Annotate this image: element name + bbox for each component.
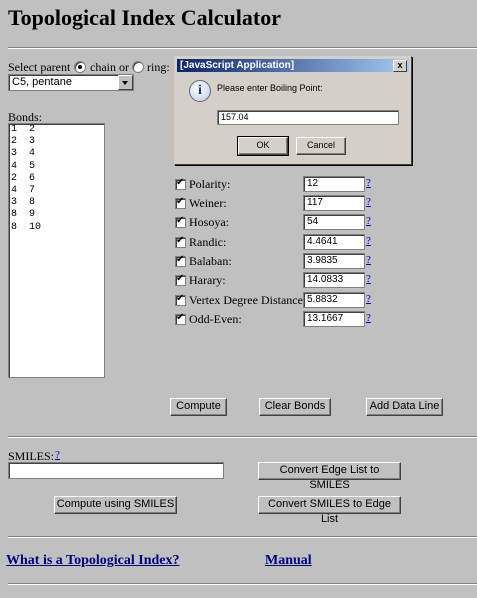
weiner-field[interactable]: 117 bbox=[303, 195, 365, 211]
ring-label: ring: bbox=[147, 60, 170, 74]
odd-even-checkbox[interactable] bbox=[175, 312, 186, 325]
convert-smiles-to-edge-button[interactable]: Convert SMILES to Edge List bbox=[258, 496, 401, 525]
close-icon[interactable]: x bbox=[393, 60, 407, 72]
bonds-textarea[interactable]: 1 2 2 3 3 4 4 5 2 6 4 7 3 8 8 9 8 10 bbox=[8, 123, 105, 378]
ok-button[interactable]: OK bbox=[237, 136, 289, 156]
cancel-button[interactable]: Cancel bbox=[296, 137, 346, 155]
bond-line: 2 3 bbox=[11, 136, 36, 148]
dialog-title-bar[interactable]: [JavaScript Application] x bbox=[177, 59, 409, 72]
hosoya-checkbox[interactable] bbox=[175, 215, 186, 228]
balaban-checkbox[interactable] bbox=[175, 254, 186, 267]
polarity-checkbox[interactable] bbox=[175, 177, 186, 190]
harary-checkbox[interactable] bbox=[175, 273, 186, 286]
dialog-message: Please enter Boiling Point: bbox=[217, 83, 323, 93]
ring-radio[interactable] bbox=[132, 61, 144, 73]
chain-radio[interactable] bbox=[74, 61, 86, 73]
dialog-title: [JavaScript Application] bbox=[180, 60, 295, 71]
page-title: Topological Index Calculator bbox=[8, 5, 281, 30]
weiner-checkbox[interactable] bbox=[175, 196, 186, 209]
balaban-value: 3.9835 bbox=[307, 255, 338, 266]
hosoya-label: Hosoya: bbox=[189, 215, 229, 229]
compute-smiles-button[interactable]: Compute using SMILES bbox=[54, 496, 177, 514]
prompt-dialog: [JavaScript Application] x i Please ente… bbox=[174, 56, 412, 165]
vdd-label: Vertex Degree Distance: bbox=[189, 293, 307, 307]
balaban-help-link[interactable]: ? bbox=[366, 254, 371, 266]
bond-line: 1 2 bbox=[11, 124, 36, 135]
compute-button[interactable]: Compute bbox=[170, 398, 227, 416]
odd-even-field[interactable]: 13.1667 bbox=[303, 311, 365, 327]
what-is-link[interactable]: What is a Topological Index? bbox=[6, 553, 180, 569]
weiner-help-link[interactable]: ? bbox=[366, 196, 371, 208]
add-data-line-button[interactable]: Add Data Line bbox=[366, 398, 443, 416]
chevron-down-icon[interactable] bbox=[118, 75, 133, 90]
divider bbox=[8, 436, 477, 438]
vdd-checkbox[interactable] bbox=[175, 293, 186, 306]
dialog-input[interactable]: 157.04 bbox=[217, 110, 399, 125]
bond-line: 4 5 bbox=[11, 160, 36, 172]
randic-help-link[interactable]: ? bbox=[366, 235, 371, 247]
weiner-value: 117 bbox=[307, 197, 323, 208]
balaban-field[interactable]: 3.9835 bbox=[303, 253, 365, 269]
parent-select-value: C5, pentane bbox=[12, 76, 72, 88]
randic-field[interactable]: 4.4641 bbox=[303, 234, 365, 250]
polarity-field[interactable]: 12 bbox=[303, 176, 365, 192]
clear-bonds-button[interactable]: Clear Bonds bbox=[259, 398, 331, 416]
select-parent-label: Select parent bbox=[8, 60, 71, 74]
hosoya-help-link[interactable]: ? bbox=[366, 215, 371, 227]
vdd-value: 5.8832 bbox=[307, 294, 338, 305]
chain-label: chain or bbox=[90, 60, 129, 74]
dialog-input-value: 157.04 bbox=[221, 112, 249, 122]
bond-line: 2 6 bbox=[11, 172, 36, 184]
hosoya-value: 54 bbox=[307, 216, 319, 227]
bond-line: 4 7 bbox=[11, 185, 36, 197]
manual-link[interactable]: Manual bbox=[265, 553, 312, 569]
divider bbox=[8, 583, 477, 585]
randic-value: 4.4641 bbox=[307, 236, 338, 247]
harary-field[interactable]: 14.0833 bbox=[303, 272, 365, 288]
divider bbox=[8, 47, 477, 49]
randic-checkbox[interactable] bbox=[175, 235, 186, 248]
divider bbox=[8, 536, 477, 538]
polarity-value: 12 bbox=[307, 178, 319, 189]
randic-label: Randic: bbox=[189, 235, 227, 249]
bond-line: 8 10 bbox=[11, 221, 42, 233]
odd-even-label: Odd-Even: bbox=[189, 312, 242, 326]
bond-line: 3 8 bbox=[11, 197, 36, 209]
smiles-input[interactable] bbox=[8, 462, 224, 479]
weiner-label: Weiner: bbox=[189, 196, 227, 210]
odd-even-value: 13.1667 bbox=[307, 313, 344, 324]
parent-select[interactable]: C5, pentane bbox=[8, 74, 134, 91]
bond-line: 3 4 bbox=[11, 148, 36, 160]
polarity-label: Polarity: bbox=[189, 177, 231, 191]
harary-value: 14.0833 bbox=[307, 274, 344, 285]
convert-edge-to-smiles-button[interactable]: Convert Edge List to SMILES bbox=[258, 462, 401, 491]
hosoya-field[interactable]: 54 bbox=[303, 214, 365, 230]
info-icon: i bbox=[189, 80, 211, 102]
balaban-label: Balaban: bbox=[189, 254, 232, 268]
polarity-help-link[interactable]: ? bbox=[366, 177, 371, 189]
harary-label: Harary: bbox=[189, 273, 226, 287]
smiles-help-link[interactable]: ? bbox=[55, 449, 60, 461]
vdd-help-link[interactable]: ? bbox=[366, 293, 371, 305]
harary-help-link[interactable]: ? bbox=[366, 273, 371, 285]
vdd-field[interactable]: 5.8832 bbox=[303, 292, 365, 308]
odd-even-help-link[interactable]: ? bbox=[366, 312, 371, 324]
bond-line: 8 9 bbox=[11, 209, 36, 221]
